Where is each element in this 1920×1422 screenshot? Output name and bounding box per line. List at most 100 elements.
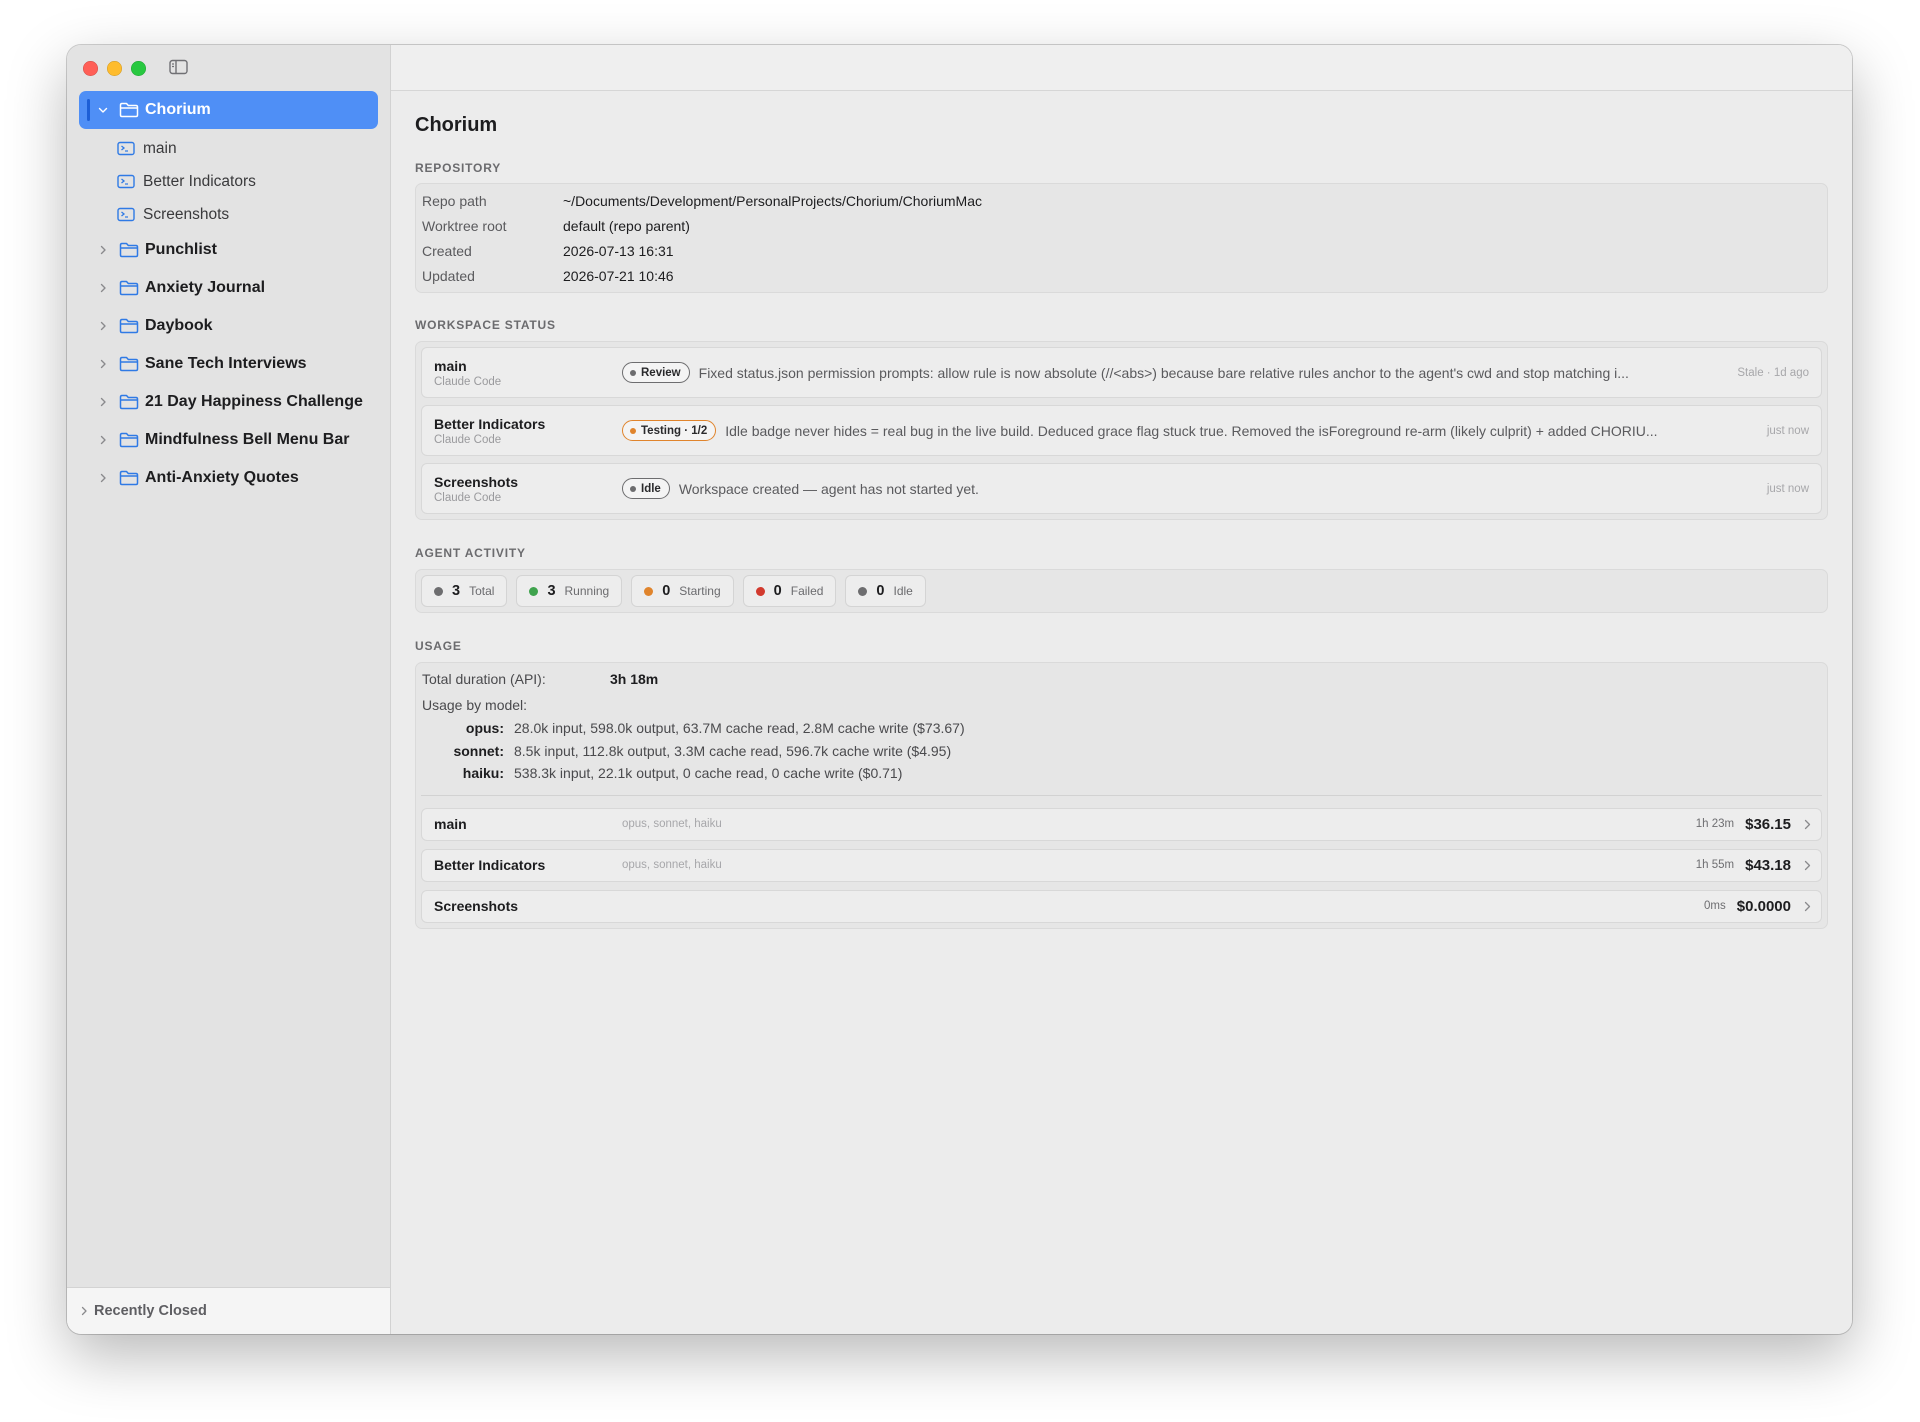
sidebar-toggle-icon[interactable] xyxy=(169,59,191,77)
chevron-right-icon xyxy=(80,1306,88,1316)
status-badge: Idle xyxy=(622,478,670,499)
page-title: Chorium xyxy=(415,114,498,136)
close-window-button[interactable] xyxy=(83,61,98,76)
status-message: Workspace created — agent has not starte… xyxy=(678,480,979,497)
chevron-right-icon xyxy=(1804,901,1811,912)
workspace-row-better-indicators[interactable]: Better Indicators Claude Code Testing · … xyxy=(421,405,1822,456)
workspace-row-main[interactable]: main Claude Code Review Fixed status.jso… xyxy=(421,347,1822,398)
total-duration-value: 3h 18m xyxy=(610,671,659,687)
usage-row-main[interactable]: main opus, sonnet, haiku 1h 23m $36.15 xyxy=(421,807,1822,841)
project-row-21-day-happiness-challenge[interactable]: 21 Day Happiness Challenge xyxy=(79,383,378,421)
divider xyxy=(421,794,1822,796)
chevron-right-icon[interactable] xyxy=(97,320,109,332)
usage-card: Total duration (API): 3h 18m Usage by mo… xyxy=(415,662,1828,929)
chevron-right-icon[interactable] xyxy=(97,472,109,484)
workspace-name-col: Better Indicators Claude Code xyxy=(422,416,622,446)
project-row-mindfulness-bell-menu-bar[interactable]: Mindfulness Bell Menu Bar xyxy=(79,421,378,459)
total-duration-label: Total duration (API): xyxy=(422,671,546,687)
terminal-icon xyxy=(117,141,135,156)
model-usage-detail: 28.0k input, 598.0k output, 63.7M cache … xyxy=(514,720,965,737)
agent-name: Claude Code xyxy=(434,491,502,504)
agent-name: Claude Code xyxy=(434,433,502,446)
repository-card: Repo path ~/Documents/Development/Person… xyxy=(415,183,1828,293)
project-row-anxiety-journal[interactable]: Anxiety Journal xyxy=(79,269,378,307)
usage-cost: $0.0000 xyxy=(1736,897,1791,915)
chevron-right-icon[interactable] xyxy=(97,434,109,446)
chevron-right-icon[interactable] xyxy=(97,396,109,408)
toolbar xyxy=(391,45,1852,91)
activity-pill-idle[interactable]: 0 Idle xyxy=(845,575,926,607)
project-row-anti-anxiety-quotes[interactable]: Anti-Anxiety Quotes xyxy=(79,459,378,497)
folder-icon xyxy=(119,356,139,372)
project-row-punchlist[interactable]: Punchlist xyxy=(79,231,378,269)
status-dot xyxy=(630,485,636,492)
usage-duration: 1h 23m xyxy=(1695,818,1735,830)
workspace-name: main xyxy=(434,816,467,832)
field-label: Updated xyxy=(422,267,475,284)
project-label: Daybook xyxy=(145,317,213,334)
minimize-window-button[interactable] xyxy=(107,61,122,76)
usage-row-better-indicators[interactable]: Better Indicators opus, sonnet, haiku 1h… xyxy=(421,848,1822,882)
project-row-sane-tech-interviews[interactable]: Sane Tech Interviews xyxy=(79,345,378,383)
project-label: Punchlist xyxy=(145,241,218,258)
branch-row-screenshots[interactable]: Screenshots xyxy=(79,198,378,231)
updated-row: Updated 2026-07-21 10:46 xyxy=(416,263,1827,288)
agent-name: Claude Code xyxy=(434,375,502,388)
chevron-right-icon[interactable] xyxy=(97,244,109,256)
branch-row-main[interactable]: main xyxy=(79,132,378,165)
worktree-root-row: Worktree root default (repo parent) xyxy=(416,213,1827,238)
branch-label: Better Indicators xyxy=(143,172,256,190)
recently-closed-label: Recently Closed xyxy=(94,1303,207,1319)
project-row-chorium[interactable]: Chorium xyxy=(79,91,378,129)
status-message: Idle badge never hides = real bug in the… xyxy=(725,422,1658,439)
field-value: ~/Documents/Development/PersonalProjects… xyxy=(563,192,983,209)
status-badge-label: Idle xyxy=(641,482,661,495)
branch-row-better-indicators[interactable]: Better Indicators xyxy=(79,165,378,198)
folder-icon xyxy=(119,432,139,448)
activity-pill-running[interactable]: 3 Running xyxy=(516,575,623,607)
activity-pill-total[interactable]: 3 Total xyxy=(421,575,508,607)
model-name: opus: xyxy=(465,720,504,737)
recently-closed-toggle[interactable]: Recently Closed xyxy=(67,1287,390,1334)
activity-label: Total xyxy=(469,584,495,598)
usage-duration: 1h 55m xyxy=(1695,859,1735,871)
project-row-daybook[interactable]: Daybook xyxy=(79,307,378,345)
main-panel: Chorium REPOSITORY Repo path ~/Documents… xyxy=(391,45,1852,1334)
usage-cost: $36.15 xyxy=(1745,815,1791,833)
activity-pill-failed[interactable]: 0 Failed xyxy=(742,575,837,607)
usage-cost: $43.18 xyxy=(1745,856,1791,874)
model-usage-row-sonnet: sonnet: 8.5k input, 112.8k output, 3.3M … xyxy=(421,740,1822,763)
window-controls xyxy=(83,61,146,76)
status-badge-label: Testing · 1/2 xyxy=(641,424,708,437)
usage-duration: 0ms xyxy=(1704,900,1726,912)
total-duration-row: Total duration (API): 3h 18m xyxy=(421,669,1822,689)
chevron-right-icon[interactable] xyxy=(97,358,109,370)
chevron-down-icon[interactable] xyxy=(97,104,109,116)
folder-icon xyxy=(119,102,139,118)
activity-count: 3 xyxy=(547,583,556,599)
field-value: 2026-07-21 10:46 xyxy=(563,267,674,284)
model-name: haiku: xyxy=(462,765,504,782)
terminal-icon xyxy=(117,207,135,222)
status-badge-label: Review xyxy=(641,366,681,379)
status-dot xyxy=(644,586,654,596)
activity-label: Starting xyxy=(679,584,721,598)
status-dot xyxy=(630,369,636,376)
usage-row-screenshots[interactable]: Screenshots 0ms $0.0000 xyxy=(421,889,1822,923)
folder-icon xyxy=(119,280,139,296)
field-value: 2026-07-13 16:31 xyxy=(563,242,674,259)
status-dot xyxy=(630,427,636,434)
zoom-window-button[interactable] xyxy=(131,61,146,76)
status-dot xyxy=(755,586,765,596)
workspace-row-screenshots[interactable]: Screenshots Claude Code Idle Workspace c… xyxy=(421,463,1822,514)
workspace-name: Better Indicators xyxy=(434,415,546,432)
activity-count: 0 xyxy=(662,583,671,599)
section-heading-workspace-status: WORKSPACE STATUS xyxy=(415,318,556,332)
detail-content: Chorium REPOSITORY Repo path ~/Documents… xyxy=(415,90,1828,929)
workspace-name: Better Indicators xyxy=(434,857,546,873)
status-dot xyxy=(529,586,539,596)
activity-pill-starting[interactable]: 0 Starting xyxy=(631,575,734,607)
chevron-right-icon[interactable] xyxy=(97,282,109,294)
folder-icon xyxy=(119,394,139,410)
agent-activity-card: 3 Total 3 Running 0 Starting 0 Failed 0 … xyxy=(415,569,1828,613)
